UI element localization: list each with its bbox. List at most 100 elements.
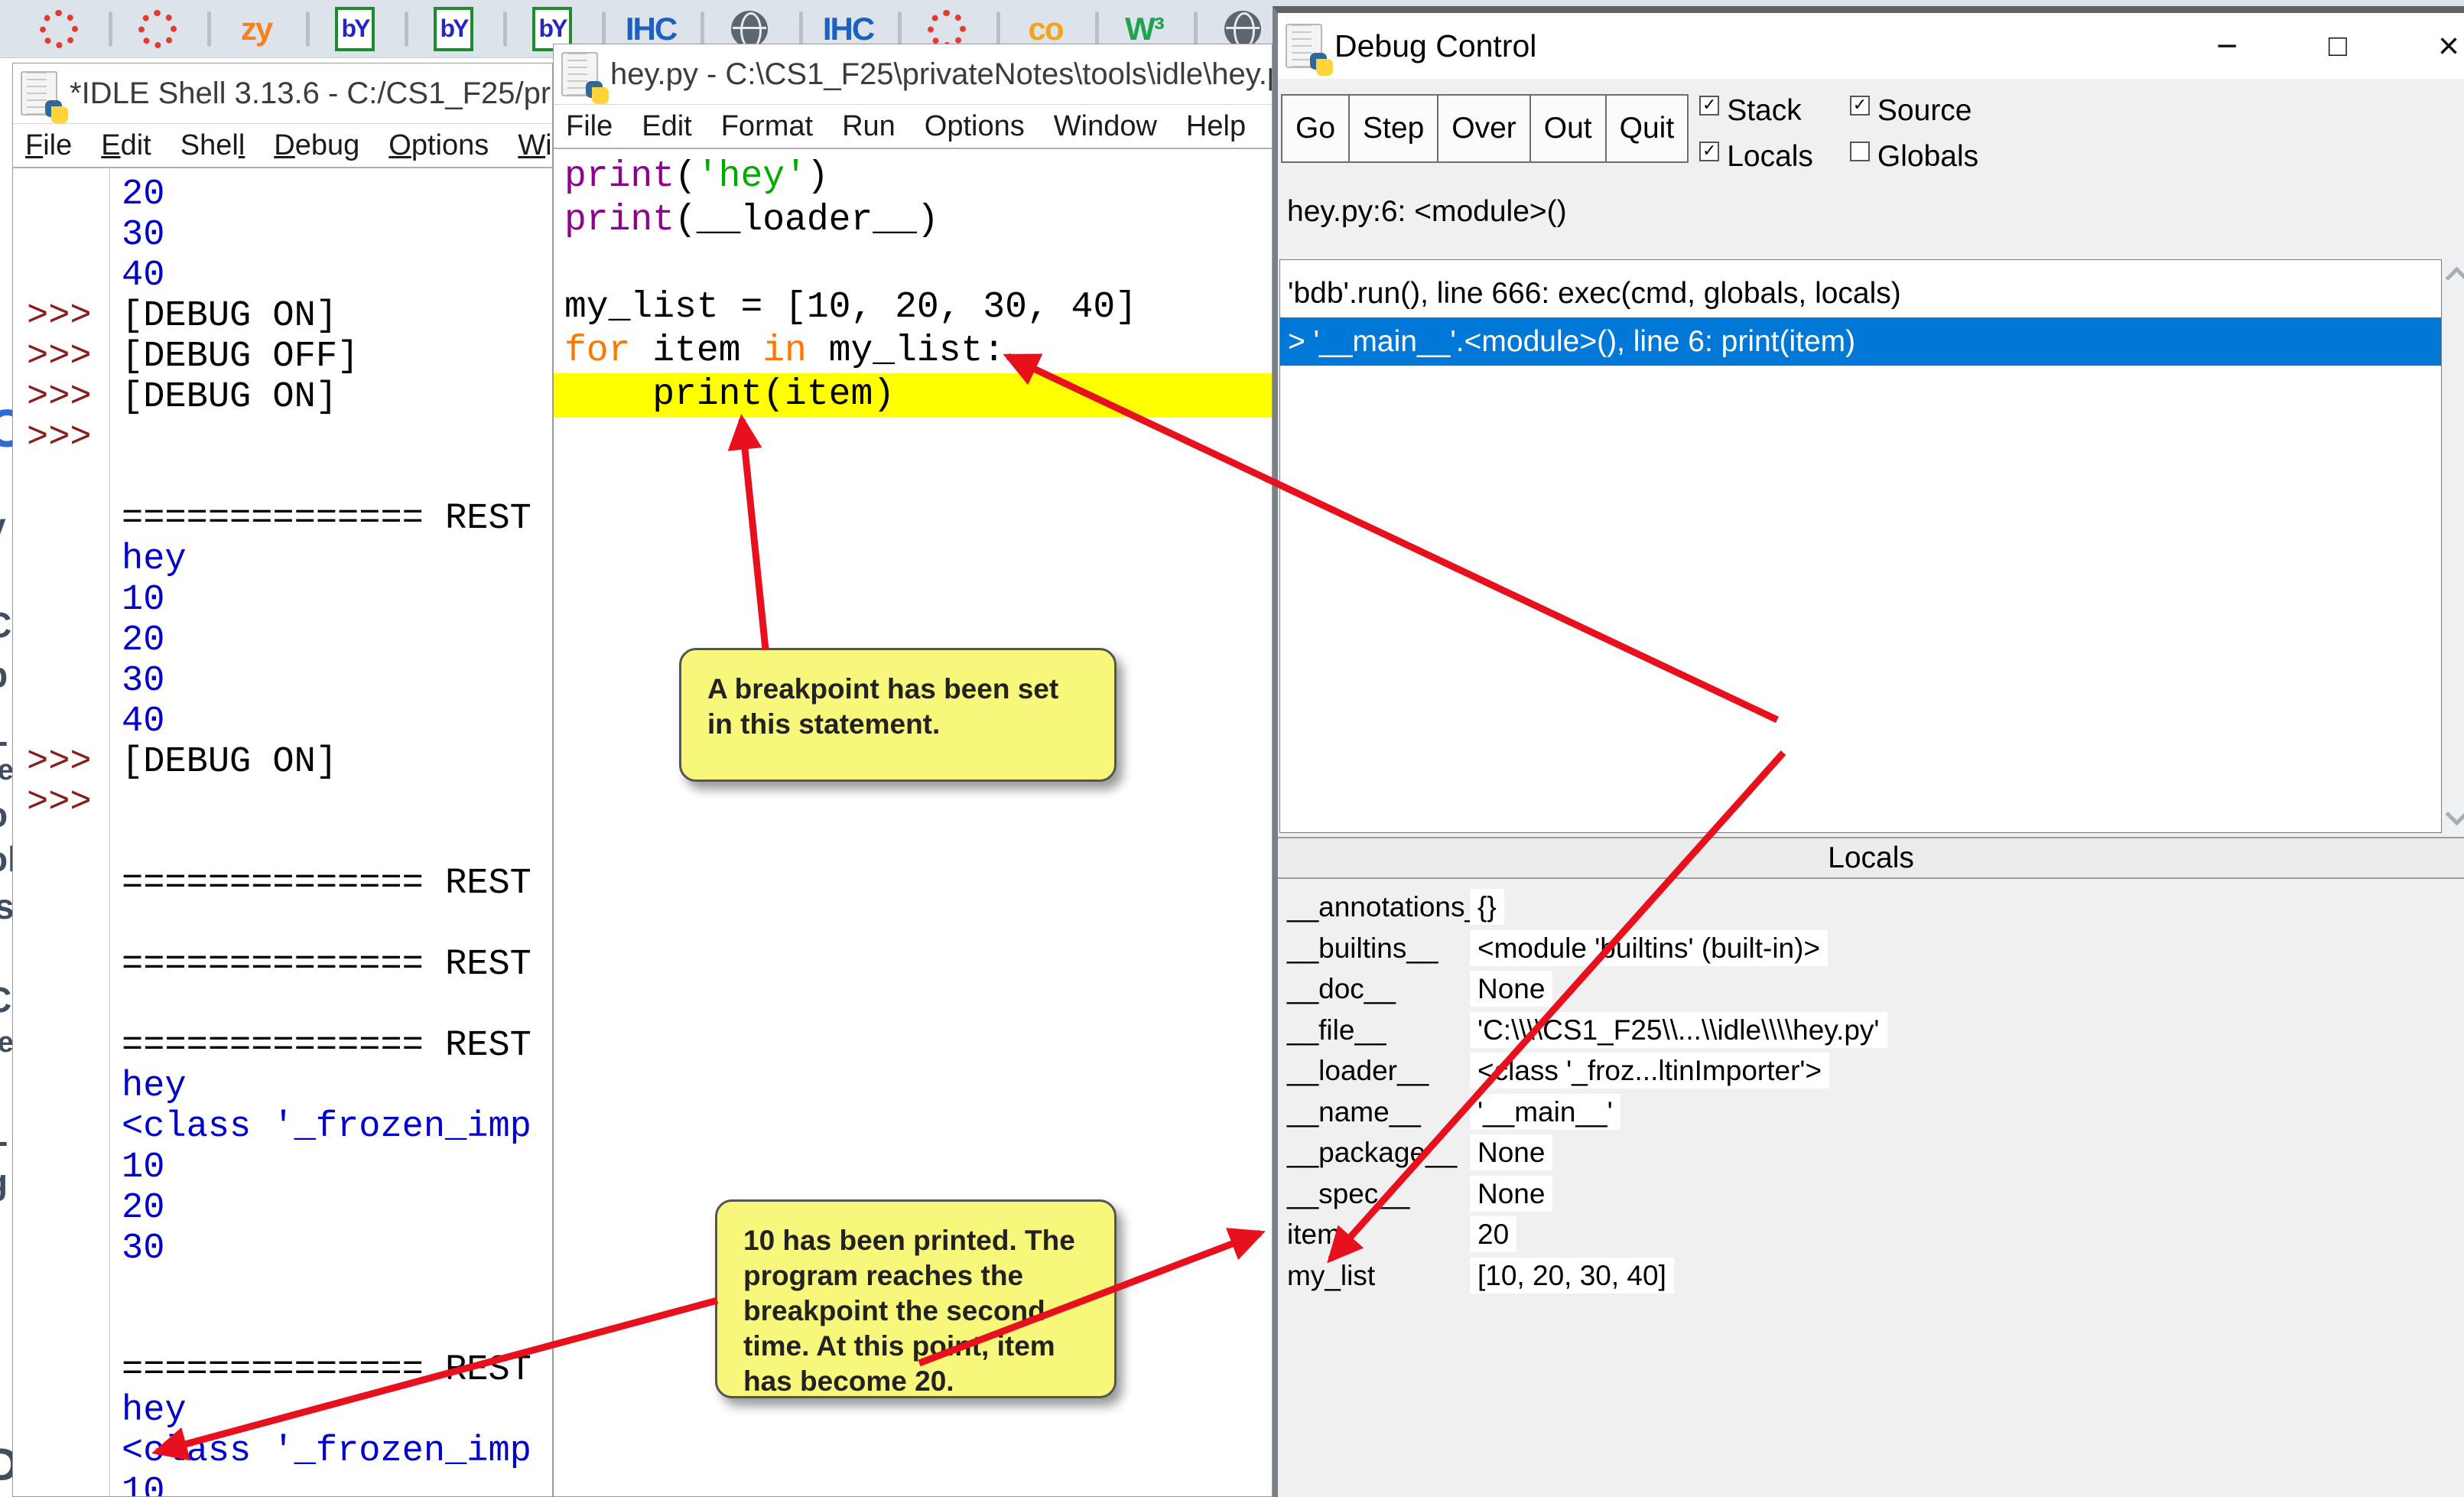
variable-name: __loader__ — [1287, 1050, 1429, 1091]
checkbox-icon[interactable] — [1850, 142, 1870, 161]
over-button[interactable]: Over — [1437, 94, 1531, 163]
variable-value[interactable]: 20 — [1470, 1216, 1516, 1252]
debug-titlebar[interactable]: Debug Control −□× — [1278, 13, 2464, 79]
shell-prompt — [13, 174, 109, 215]
menu-item-file[interactable]: File — [566, 110, 613, 143]
checkbox-locals[interactable]: ✓Locals — [1699, 140, 1813, 174]
editor-titlebar[interactable]: hey.py - C:\CS1_F25\privateNotes\tools\i… — [554, 44, 1272, 105]
menu-item-edit[interactable]: Edit — [101, 129, 151, 162]
shell-line: ============== REST — [13, 1350, 552, 1391]
checkbox-icon[interactable]: ✓ — [1699, 142, 1719, 161]
shell-titlebar[interactable]: *IDLE Shell 3.13.6 - C:/CS1_F25/privateN — [13, 63, 552, 124]
menu-item-edit[interactable]: Edit — [642, 110, 691, 143]
shell-line: 20 — [13, 620, 552, 661]
menu-item-format[interactable]: Format — [721, 110, 813, 143]
menu-item-run[interactable]: Run — [842, 110, 896, 143]
shell-line: 30 — [13, 661, 552, 701]
background-text-fragment: O — [0, 398, 13, 459]
close-icon[interactable]: × — [2414, 13, 2464, 79]
shell-line: hey — [13, 539, 552, 580]
checkbox-source[interactable]: ✓Source — [1850, 94, 1978, 128]
variable-value[interactable]: {} — [1470, 889, 1504, 925]
shell-line — [13, 985, 552, 1026]
background-text-fragment: b — [0, 654, 8, 695]
shell-prompt — [13, 1107, 109, 1147]
shell-line: ============== REST — [13, 1026, 552, 1066]
shell-line-text: 10 — [109, 580, 164, 620]
local-variable-row: __name__'__main__' — [1278, 1092, 2464, 1133]
variable-value[interactable]: None — [1470, 1134, 1552, 1170]
stack-viewer[interactable]: 'bdb'.run(), line 666: exec(cmd, globals… — [1279, 259, 2442, 833]
menu-item-help[interactable]: Help — [1186, 110, 1246, 143]
python-file-icon — [561, 52, 598, 96]
shell-text-area[interactable]: 203040>>>[DEBUG ON]>>>[DEBUG OFF]>>>[DEB… — [13, 168, 552, 1497]
code-line: for item in my_list: — [554, 330, 1272, 373]
scroll-up-icon[interactable] — [2446, 267, 2464, 290]
menu-item-debug[interactable]: Debug — [274, 129, 359, 162]
browser-tab[interactable]: bY — [310, 0, 408, 58]
python-icon — [1286, 24, 1322, 68]
checkbox-label: Stack — [1727, 94, 1802, 128]
local-variable-row: __builtins__<module 'builtins' (built-in… — [1278, 928, 2464, 969]
locals-panel: __annotations__{}__builtins__<module 'bu… — [1278, 887, 2464, 1497]
variable-value[interactable]: <module 'builtins' (built-in)> — [1470, 930, 1828, 966]
checkbox-label: Globals — [1877, 140, 1978, 174]
menu-item-options[interactable]: Options — [925, 110, 1025, 143]
shell-window-title: *IDLE Shell 3.13.6 - C:/CS1_F25/privateN — [70, 76, 553, 111]
variable-value[interactable]: [10, 20, 30, 40] — [1470, 1258, 1674, 1294]
maximize-icon[interactable]: □ — [2303, 13, 2372, 79]
minimize-icon[interactable]: − — [2193, 13, 2261, 79]
globe-icon — [731, 11, 768, 47]
shell-line-text: [DEBUG ON] — [109, 742, 337, 783]
go-button[interactable]: Go — [1281, 94, 1350, 163]
menu-item-options[interactable]: Options — [388, 129, 489, 162]
shell-prompt — [13, 904, 109, 945]
variable-value[interactable]: '__main__' — [1470, 1094, 1620, 1130]
code-token: print — [564, 200, 675, 241]
variable-value[interactable]: None — [1470, 1176, 1552, 1212]
variable-value[interactable]: None — [1470, 971, 1552, 1007]
stack-scrollbar[interactable] — [2443, 259, 2464, 833]
shell-line: >>>[DEBUG ON] — [13, 742, 552, 783]
editor-text-area[interactable]: print('hey')print(__loader__)my_list = [… — [554, 149, 1272, 417]
locals-header: Locals — [1278, 837, 2464, 879]
menu-item-shell[interactable]: Shell — [180, 129, 245, 162]
browser-tab[interactable]: zy — [211, 0, 310, 58]
shell-prompt — [13, 1066, 109, 1107]
shell-line: 20 — [13, 1188, 552, 1229]
checkbox-stack[interactable]: ✓ Stack — [1699, 94, 1813, 128]
shell-line-text: 30 — [109, 215, 164, 255]
shell-line: ============== REST — [13, 945, 552, 985]
background-window-text-sliver: OvCbLreool'sCrelLgD — [0, 321, 13, 1497]
shell-prompt: >>> — [13, 783, 109, 823]
menu-item-window[interactable]: Window — [1054, 110, 1157, 143]
checkbox-icon[interactable]: ✓ — [1850, 96, 1870, 116]
menu-item-file[interactable]: File — [25, 129, 72, 162]
shell-line: 40 — [13, 701, 552, 742]
background-text-fragment: re — [0, 754, 13, 787]
code-token: print(item) — [564, 374, 895, 415]
browser-tab[interactable] — [14, 0, 112, 58]
checkbox-globals[interactable]: Globals — [1850, 140, 1978, 174]
shell-line: hey — [13, 1066, 552, 1107]
stack-frame-row[interactable]: 'bdb'.run(), line 666: exec(cmd, globals… — [1280, 269, 2441, 317]
editor-menubar: File Edit Format Run Options Window Help — [554, 105, 1272, 149]
scroll-down-icon[interactable] — [2446, 803, 2464, 826]
shell-line: 10 — [13, 1147, 552, 1188]
shell-line: 40 — [13, 255, 552, 296]
menu-item-window[interactable]: Window — [518, 129, 553, 162]
local-variable-row: __doc__None — [1278, 968, 2464, 1010]
shell-prompt: >>> — [13, 296, 109, 337]
debug-control-window: Debug Control −□× GoStepOverOutQuit ✓Sta… — [1273, 6, 2464, 1497]
out-button[interactable]: Out — [1529, 94, 1607, 163]
step-button[interactable]: Step — [1348, 94, 1438, 163]
variable-value[interactable]: <class '_froz...ltinImporter'> — [1470, 1053, 1829, 1089]
variable-value[interactable]: 'C:\\\\CS1_F25\\...\\idle\\\\hey.py' — [1470, 1012, 1887, 1048]
browser-tab[interactable]: bY — [408, 0, 507, 58]
code-token: my_list: — [807, 330, 1005, 372]
checkbox-icon[interactable]: ✓ — [1699, 96, 1719, 116]
stack-frame-row[interactable]: > '__main__'.<module>(), line 6: print(i… — [1280, 317, 2441, 366]
browser-tab[interactable] — [112, 0, 211, 58]
quit-button[interactable]: Quit — [1605, 94, 1689, 163]
shell-line: <class '_frozen_imp — [13, 1107, 552, 1147]
